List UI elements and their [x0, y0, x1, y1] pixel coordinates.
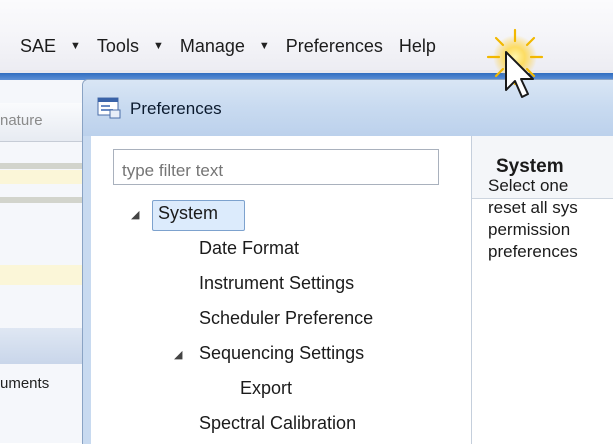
background-row: [0, 163, 82, 169]
background-tab[interactable]: nature: [0, 103, 82, 142]
collapse-arrow-icon[interactable]: ◢: [174, 348, 182, 361]
menu-manage-label: Manage: [179, 35, 245, 56]
menu-preferences-label: Preferences: [285, 35, 383, 56]
tree-item-spectral-calibration[interactable]: Spectral Calibration: [199, 413, 356, 434]
menu-sae-label: SAE: [20, 35, 57, 56]
tree-item-date-format[interactable]: Date Format: [199, 238, 299, 259]
tree-item-instrument-settings[interactable]: Instrument Settings: [199, 273, 354, 294]
menu-items: SAE ▼ Tools ▼ Manage ▼ Preferences Help: [20, 34, 436, 58]
caret-down-icon: ▼: [152, 40, 164, 52]
menu-help-label: Help: [398, 35, 436, 56]
collapse-arrow-icon[interactable]: ◢: [131, 208, 139, 221]
background-tab-label: nature: [0, 112, 43, 129]
page-description-line: preferences: [488, 242, 578, 261]
background-row: [0, 265, 82, 285]
mouse-pointer-icon: [505, 51, 534, 98]
menu-tools[interactable]: Tools ▼: [97, 36, 180, 57]
page-description-line: Select one: [488, 176, 569, 195]
caret-down-icon: ▼: [258, 40, 270, 52]
background-row: [0, 197, 82, 203]
page-description-line: permission: [488, 220, 571, 239]
menu-sae[interactable]: SAE ▼: [20, 36, 97, 57]
tree-item-system[interactable]: System: [158, 203, 218, 224]
dialog-title: Preferences: [130, 99, 222, 118]
background-row: [0, 170, 82, 184]
tree-item-scheduler-preference[interactable]: Scheduler Preference: [199, 308, 373, 329]
background-list-label: uments: [0, 375, 50, 392]
tree-item-sequencing-settings[interactable]: Sequencing Settings: [199, 343, 364, 364]
tree-item-export[interactable]: Export: [240, 378, 292, 399]
page-description: Select one reset all sys permission pref…: [488, 175, 613, 263]
page-description-line: reset all sys: [488, 198, 578, 217]
preferences-dialog: Preferences ◢ System Date Format Instrum…: [82, 79, 613, 444]
menu-manage[interactable]: Manage ▼: [180, 36, 286, 57]
menu-help[interactable]: Help: [399, 36, 436, 57]
filter-input[interactable]: [113, 149, 439, 185]
preferences-window-icon: [97, 97, 121, 119]
menu-preferences[interactable]: Preferences: [286, 36, 383, 57]
background-section-header: [0, 328, 82, 364]
caret-down-icon: ▼: [70, 40, 81, 52]
menu-tools-label: Tools: [96, 35, 139, 56]
